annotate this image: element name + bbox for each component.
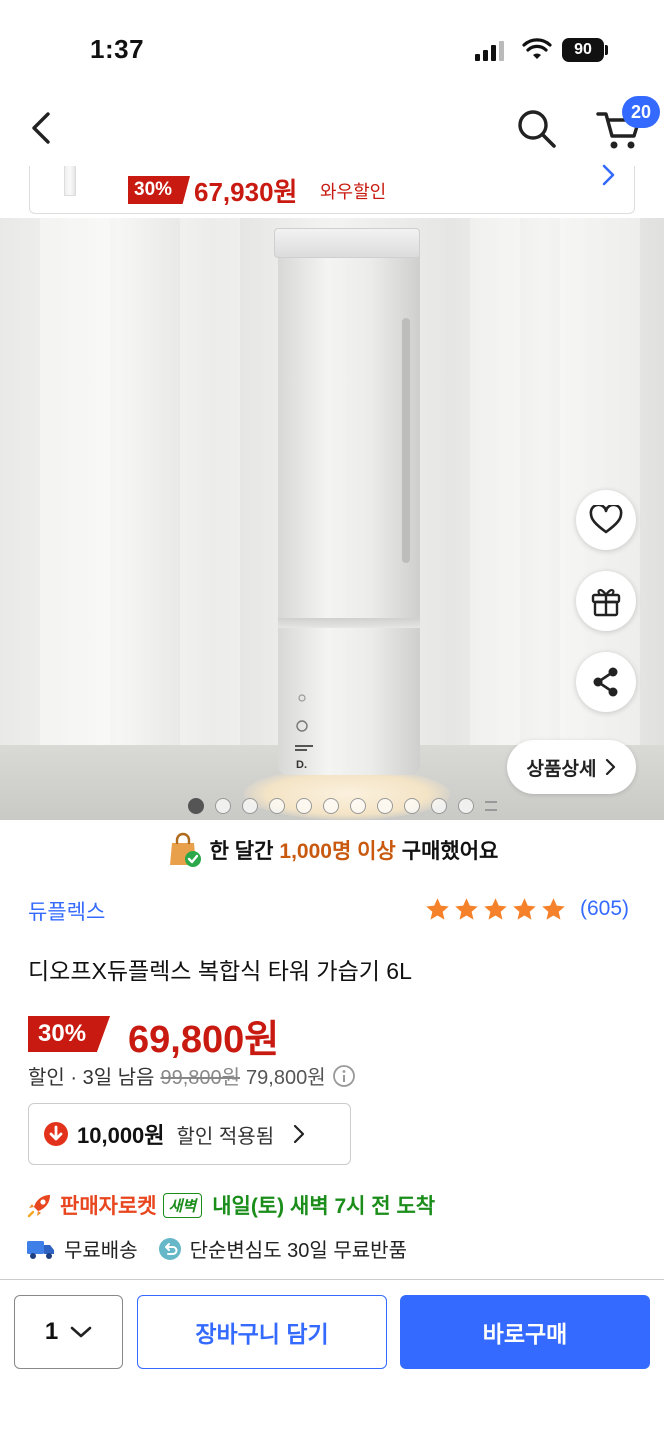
- product-detail-label: 상품상세: [526, 758, 597, 780]
- wifi-icon: [522, 38, 552, 59]
- option-discount-badge: 30%: [128, 176, 191, 204]
- dawn-delivery-tag: 새벽: [162, 1192, 203, 1218]
- star-icon: [426, 898, 449, 920]
- pagination-dot[interactable]: [431, 798, 447, 814]
- review-count[interactable]: (605): [580, 897, 629, 921]
- back-arrow-icon[interactable]: [24, 108, 60, 148]
- notice-count: 1,000명 이상: [279, 840, 396, 863]
- battery-indicator: 90: [562, 38, 604, 62]
- info-icon[interactable]: [332, 1064, 356, 1088]
- sale-price: 69,800원: [128, 1019, 280, 1061]
- rating-stars[interactable]: [424, 896, 567, 923]
- coupon-applied-box[interactable]: 10,000원 할인 적용됨: [28, 1103, 351, 1165]
- star-icon: [484, 898, 507, 920]
- free-shipping-label: 무료배송: [64, 1240, 138, 1262]
- add-to-cart-button[interactable]: 장바구니 담기: [137, 1295, 387, 1369]
- battery-tip: [605, 45, 608, 55]
- humidifier-seam: [278, 618, 420, 628]
- truck-icon: [27, 1240, 54, 1259]
- brand-link[interactable]: 듀플렉스: [28, 896, 105, 926]
- bottom-bar-divider: [0, 1279, 664, 1280]
- star-icon: [455, 898, 478, 920]
- original-price: 99,800원: [160, 1067, 241, 1089]
- product-title: 디오프X듀플렉스 복합식 타워 가습기 6L: [28, 958, 412, 984]
- cart-count-badge: 20: [622, 96, 660, 128]
- quantity-value: 1: [44, 1318, 59, 1345]
- signal-icon: [475, 41, 504, 61]
- quantity-selector[interactable]: 1: [14, 1295, 123, 1369]
- shopping-bag-check-icon: [169, 832, 201, 867]
- option-price: 67,930원: [194, 177, 298, 207]
- humidifier-controls: [296, 694, 308, 732]
- pagination-dot[interactable]: [215, 798, 231, 814]
- humidifier-top: [274, 228, 420, 258]
- pagination-dot[interactable]: [350, 798, 366, 814]
- notice-prefix: 한 달간: [209, 840, 274, 863]
- option-thumbnail: [64, 166, 76, 196]
- gallery-pagination[interactable]: [188, 798, 497, 814]
- price-details: 할인 · 3일 남음 99,800원 79,800원: [28, 1061, 356, 1090]
- search-icon[interactable]: [514, 106, 558, 150]
- chevron-right-icon[interactable]: [598, 162, 618, 188]
- pagination-dot[interactable]: [377, 798, 393, 814]
- share-icon: [593, 667, 618, 697]
- return-icon: [158, 1237, 181, 1260]
- rocket-delivery-info: 판매자로켓 새벽 내일(토) 새벽 7시 전 도착: [26, 1190, 435, 1220]
- pagination-more-icon[interactable]: [485, 801, 497, 811]
- pagination-dot[interactable]: [458, 798, 474, 814]
- heart-icon: [589, 505, 623, 534]
- svg-text:D.: D.: [296, 759, 307, 771]
- chevron-right-icon: [606, 758, 616, 776]
- wishlist-button[interactable]: [576, 490, 636, 550]
- chevron-right-icon: [293, 1124, 305, 1144]
- purchase-count-notice: 한 달간 1,000명 이상 구매했어요: [0, 830, 664, 870]
- pagination-dot[interactable]: [296, 798, 312, 814]
- status-time: 1:37: [90, 34, 145, 64]
- gift-button[interactable]: [576, 571, 636, 631]
- star-icon: [542, 898, 565, 920]
- price-down-icon: [44, 1122, 68, 1146]
- rocket-label: 판매자로켓: [60, 1195, 157, 1218]
- wow-discount-label: 와우할인: [320, 182, 387, 202]
- shipping-return-info: 무료배송 단순변심도 30일 무료반품: [26, 1234, 407, 1263]
- buy-now-button[interactable]: 바로구매: [400, 1295, 650, 1369]
- rocket-icon: [27, 1195, 50, 1218]
- gift-icon: [591, 589, 621, 617]
- discount-badge: 30%: [28, 1016, 111, 1052]
- pagination-dot[interactable]: [323, 798, 339, 814]
- free-return-label: 단순변심도 30일 무료반품: [189, 1240, 407, 1262]
- coupon-amount: 10,000원: [77, 1123, 165, 1148]
- pagination-dot[interactable]: [269, 798, 285, 814]
- product-detail-button[interactable]: 상품상세: [507, 740, 636, 794]
- humidifier-brand-logo: D.: [295, 745, 313, 771]
- star-icon: [513, 898, 536, 920]
- pagination-dot[interactable]: [404, 798, 420, 814]
- coupon-label: 할인 적용됨: [176, 1125, 275, 1148]
- water-level-window: [402, 318, 410, 563]
- share-button[interactable]: [576, 652, 636, 712]
- pagination-dot[interactable]: [188, 798, 204, 814]
- chevron-down-icon: [70, 1326, 92, 1338]
- arrival-eta: 내일(토) 새벽 7시 전 도착: [212, 1195, 436, 1218]
- reference-price: 79,800원: [246, 1067, 326, 1089]
- pagination-dot[interactable]: [242, 798, 258, 814]
- sale-remaining: 할인 · 3일 남음: [28, 1067, 155, 1089]
- notice-suffix: 구매했어요: [401, 840, 499, 863]
